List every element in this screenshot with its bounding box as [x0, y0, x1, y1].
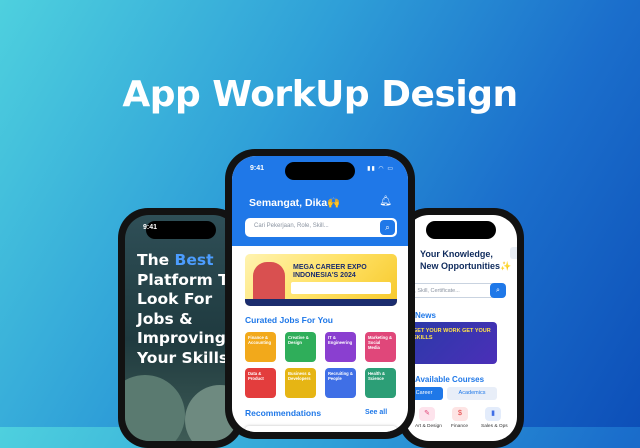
status-time: 9:41 [143, 224, 158, 231]
category-recruiting[interactable]: Recruiting & People [325, 368, 356, 398]
category-finance[interactable]: Finance & Accounting [245, 332, 276, 362]
profile-icon[interactable] [510, 247, 517, 259]
curated-jobs-title: Curated Jobs For You [245, 315, 334, 325]
onboarding-screen: 9:41 The Best Platform T Look For Jobs &… [125, 215, 237, 441]
expo-banner[interactable]: MEGA CAREER EXPO INDONESIA'S 2024 [245, 254, 397, 306]
headline-line: Platform T [137, 270, 229, 289]
news-banner-text: GET YOUR WORK GET YOUR SKILLS [413, 328, 491, 341]
background-figure [125, 375, 185, 441]
course-search-input[interactable]: le, Skill, Certificate... [405, 283, 495, 298]
headline: App WorkUp Design [122, 74, 518, 115]
dynamic-island [426, 221, 496, 239]
phone-courses: Your Knowledge, New Opportunities✨ le, S… [398, 208, 524, 448]
sales-ops-icon[interactable]: ▮ [485, 407, 501, 421]
dynamic-island [285, 162, 355, 180]
headline-line: The Best [137, 251, 214, 269]
search-placeholder: le, Skill, Certificate... [410, 288, 460, 294]
tab-academics[interactable]: Academics [447, 387, 497, 400]
art-design-icon[interactable]: ✎ [419, 407, 435, 421]
available-courses-title: Available Courses [415, 375, 485, 384]
news-banner[interactable]: GET YOUR WORK GET YOUR SKILLS [405, 322, 497, 364]
greeting: Semangat, Dika🙌 [249, 197, 341, 209]
recommendations-title: Recommendations [245, 408, 322, 418]
see-all-link[interactable]: See all [365, 409, 387, 416]
bell-icon[interactable]: 🔔︎ [379, 196, 392, 207]
category-it[interactable]: IT & Engineering [325, 332, 356, 362]
status-icons: ▮▮ ◠ ▭ [367, 166, 394, 172]
headline-line: Your Skills [137, 348, 229, 367]
news-title: News [415, 311, 436, 320]
job-search-input[interactable]: Cari Pekerjaan, Role, Skill... ⌕ [245, 218, 397, 237]
banner-title: MEGA CAREER EXPO INDONESIA'S 2024 [293, 264, 367, 279]
category-health[interactable]: Health & Science [365, 368, 396, 398]
status-time: 9:41 [250, 165, 265, 172]
sponsor-logos [291, 282, 391, 294]
phone-home: 9:41 ▮▮ ◠ ▭ Semangat, Dika🙌 🔔︎ Cari Peke… [225, 149, 415, 439]
category-marketing[interactable]: Marketing & Social Media [365, 332, 396, 362]
category-business[interactable]: Business & Developers [285, 368, 316, 398]
finance-icon[interactable]: $ [452, 407, 468, 421]
search-placeholder: Cari Pekerjaan, Role, Skill... [254, 223, 329, 229]
category-data[interactable]: Data & Product [245, 368, 276, 398]
courses-screen: Your Knowledge, New Opportunities✨ le, S… [405, 215, 517, 441]
search-icon[interactable]: ⌕ [380, 220, 395, 235]
banner-strip [245, 299, 397, 306]
home-screen: 9:41 ▮▮ ◠ ▭ Semangat, Dika🙌 🔔︎ Cari Peke… [232, 156, 408, 432]
courses-headline: Your Knowledge, New Opportunities✨ [420, 249, 512, 271]
headline-line: Look For [137, 290, 213, 308]
search-icon[interactable]: ⌕ [490, 283, 506, 298]
headline-line: Jobs & [137, 309, 193, 328]
onboarding-headline: The Best Platform T Look For Jobs & Impr… [137, 251, 229, 368]
headline-line: Improving [137, 329, 226, 347]
category-creative[interactable]: Creative & Design [285, 332, 316, 362]
